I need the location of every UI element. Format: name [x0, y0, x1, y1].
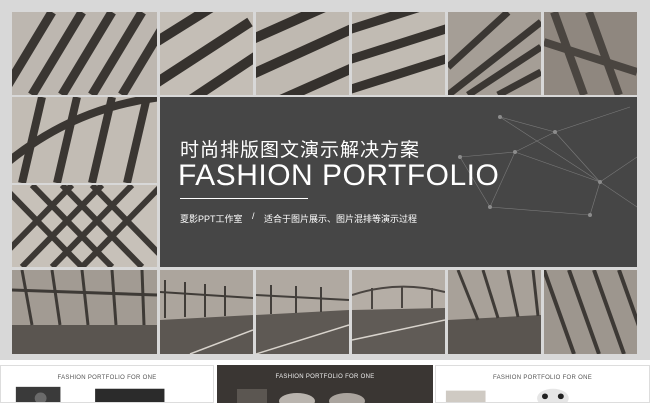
thumbnail-2-caption: FASHION PORTFOLIO FOR ONE [275, 374, 375, 380]
thumbnail-slide-2[interactable]: FASHION PORTFOLIO FOR ONE [217, 365, 433, 403]
thumbnail-3-caption: FASHION PORTFOLIO FOR ONE [492, 375, 593, 381]
thumbnail-2-photo [217, 365, 433, 403]
photo-tile-bottom-4 [352, 270, 445, 354]
title-chinese: 时尚排版图文演示解决方案 [180, 140, 421, 161]
photo-tile-top-3 [256, 12, 349, 95]
thumbnail-slide-3[interactable]: FASHION PORTFOLIO FOR ONE [435, 365, 650, 403]
photo-tile-top-5 [448, 12, 541, 95]
photo-tile-top-2 [160, 12, 253, 95]
photo-tile-bottom-2 [160, 270, 253, 354]
thumbnail-3-photo [436, 384, 649, 402]
studio-name: 夏影PPT工作室 [180, 214, 243, 224]
thumbnail-slide-1[interactable]: FASHION PORTFOLIO FOR ONE [0, 365, 214, 403]
photo-tile-top-4 [352, 12, 445, 95]
thumbnail-1-caption: FASHION PORTFOLIO FOR ONE [57, 375, 157, 381]
subtitle-description: 适合于图片展示、图片混排等演示过程 [264, 214, 418, 224]
title-divider [180, 198, 308, 199]
title-english: FASHION PORTFOLIO [178, 159, 500, 192]
thumbnail-1-photo [1, 384, 213, 402]
main-slide-preview[interactable]: 时尚排版图文演示解决方案 FASHION PORTFOLIO 夏影PPT工作室 … [0, 0, 650, 360]
photo-tile-bottom-1 [12, 270, 157, 354]
photo-tile-left-2 [12, 185, 157, 267]
photo-tile-left-1 [12, 97, 157, 183]
photo-tile-bottom-3 [256, 270, 349, 354]
photo-tile-bottom-6 [544, 270, 637, 354]
title-panel: 时尚排版图文演示解决方案 FASHION PORTFOLIO 夏影PPT工作室 … [160, 97, 637, 267]
photo-tile-top-1 [12, 12, 157, 95]
photo-tile-top-6 [544, 12, 637, 95]
subtitle-separator: / [252, 211, 255, 221]
photo-tile-bottom-5 [448, 270, 541, 354]
